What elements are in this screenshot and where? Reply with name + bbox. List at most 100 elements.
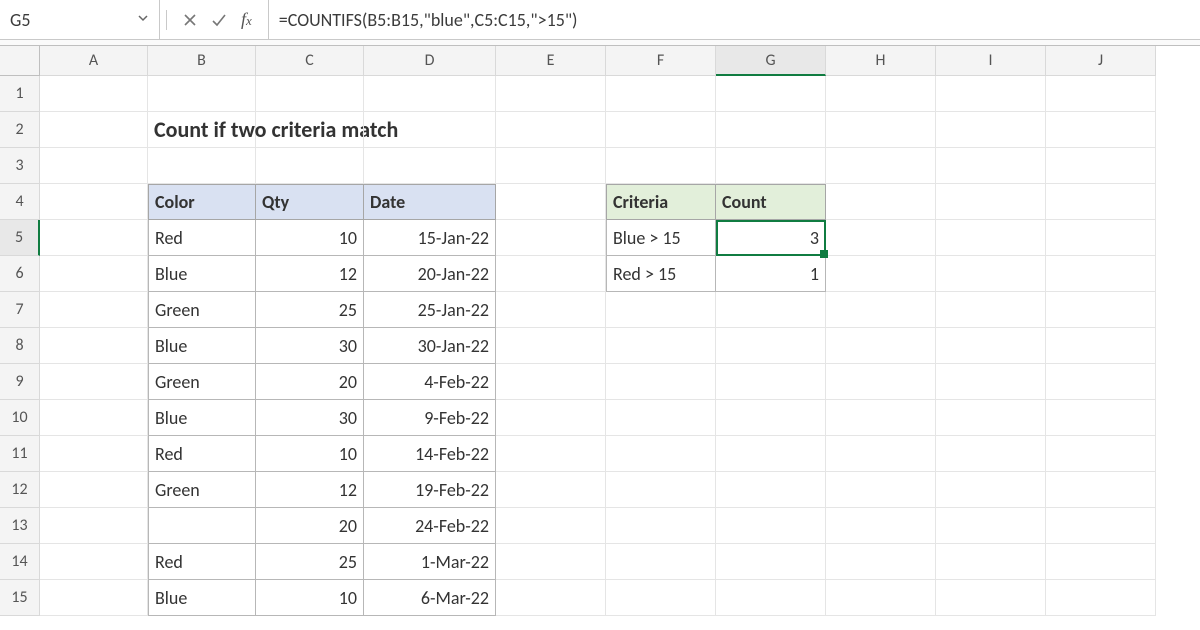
cell-H12[interactable]	[826, 472, 936, 508]
cell-J6[interactable]	[1046, 256, 1156, 292]
spreadsheet-grid[interactable]: 1 2 3 4 5 6 7 8 9 10 11 12 13 14 15 A B …	[0, 46, 1200, 630]
cell-I1[interactable]	[936, 76, 1046, 112]
row-header-5[interactable]: 5	[0, 220, 40, 256]
cell-A10[interactable]	[40, 400, 148, 436]
cell-J14[interactable]	[1046, 544, 1156, 580]
cell-J8[interactable]	[1046, 328, 1156, 364]
cell-G10[interactable]	[716, 400, 826, 436]
cell-H6[interactable]	[826, 256, 936, 292]
cell-G14[interactable]	[716, 544, 826, 580]
table-row[interactable]: 6-Mar-22	[364, 580, 496, 616]
cell-I3[interactable]	[936, 148, 1046, 184]
cell-G7[interactable]	[716, 292, 826, 328]
cell-E2[interactable]	[496, 112, 606, 148]
cell-I10[interactable]	[936, 400, 1046, 436]
cell-A7[interactable]	[40, 292, 148, 328]
cell-F12[interactable]	[606, 472, 716, 508]
cell-A4[interactable]	[40, 184, 148, 220]
cell-E11[interactable]	[496, 436, 606, 472]
cell-B1[interactable]	[148, 76, 256, 112]
cell-A6[interactable]	[40, 256, 148, 292]
table-row[interactable]: Blue > 15	[606, 220, 716, 256]
table-row[interactable]: Red	[148, 220, 256, 256]
row-header-11[interactable]: 11	[0, 436, 40, 472]
selected-cell[interactable]: 3	[716, 220, 826, 256]
cell-J1[interactable]	[1046, 76, 1156, 112]
cell-I7[interactable]	[936, 292, 1046, 328]
cell-G13[interactable]	[716, 508, 826, 544]
cell-J10[interactable]	[1046, 400, 1156, 436]
cell-A1[interactable]	[40, 76, 148, 112]
col-header-A[interactable]: A	[40, 46, 148, 76]
table1-header-qty[interactable]: Qty	[256, 184, 364, 220]
table2-header-count[interactable]: Count	[716, 184, 826, 220]
cell-E10[interactable]	[496, 400, 606, 436]
cell-G9[interactable]	[716, 364, 826, 400]
table-row[interactable]: 25	[256, 544, 364, 580]
table-row[interactable]: 30-Jan-22	[364, 328, 496, 364]
cell-F14[interactable]	[606, 544, 716, 580]
cell-G3[interactable]	[716, 148, 826, 184]
cell-G2[interactable]	[716, 112, 826, 148]
cell-I14[interactable]	[936, 544, 1046, 580]
cell-H5[interactable]	[826, 220, 936, 256]
cell-A9[interactable]	[40, 364, 148, 400]
cell-A13[interactable]	[40, 508, 148, 544]
row-header-2[interactable]: 2	[0, 112, 40, 148]
table-row[interactable]: 10	[256, 220, 364, 256]
cell-I5[interactable]	[936, 220, 1046, 256]
cell-E7[interactable]	[496, 292, 606, 328]
table-row[interactable]: 4-Feb-22	[364, 364, 496, 400]
cell-E9[interactable]	[496, 364, 606, 400]
row-header-13[interactable]: 13	[0, 508, 40, 544]
cell-H1[interactable]	[826, 76, 936, 112]
cell-F3[interactable]	[606, 148, 716, 184]
table-row[interactable]: Red	[148, 544, 256, 580]
cell-H15[interactable]	[826, 580, 936, 616]
row-header-12[interactable]: 12	[0, 472, 40, 508]
table-row[interactable]: 15-Jan-22	[364, 220, 496, 256]
fx-icon[interactable]: fx	[241, 9, 256, 30]
table-row[interactable]: 19-Feb-22	[364, 472, 496, 508]
cell-J2[interactable]	[1046, 112, 1156, 148]
cell-H9[interactable]	[826, 364, 936, 400]
cell-H10[interactable]	[826, 400, 936, 436]
cancel-icon[interactable]	[183, 13, 197, 27]
table-row[interactable]: 12	[256, 256, 364, 292]
row-header-6[interactable]: 6	[0, 256, 40, 292]
cell-F1[interactable]	[606, 76, 716, 112]
cell-G12[interactable]	[716, 472, 826, 508]
cell-G15[interactable]	[716, 580, 826, 616]
table-row[interactable]: Red > 15	[606, 256, 716, 292]
cell-J11[interactable]	[1046, 436, 1156, 472]
col-header-I[interactable]: I	[936, 46, 1046, 76]
table-row[interactable]: Blue	[148, 328, 256, 364]
cell-C3[interactable]	[256, 148, 364, 184]
cell-H2[interactable]	[826, 112, 936, 148]
table-row[interactable]: 25-Jan-22	[364, 292, 496, 328]
cell-J15[interactable]	[1046, 580, 1156, 616]
table-row[interactable]: 14-Feb-22	[364, 436, 496, 472]
cell-J9[interactable]	[1046, 364, 1156, 400]
cell-E12[interactable]	[496, 472, 606, 508]
row-header-8[interactable]: 8	[0, 328, 40, 364]
cell-H13[interactable]	[826, 508, 936, 544]
cell-E1[interactable]	[496, 76, 606, 112]
cell-H7[interactable]	[826, 292, 936, 328]
table-row[interactable]: 20	[256, 364, 364, 400]
cell-E4[interactable]	[496, 184, 606, 220]
col-header-B[interactable]: B	[148, 46, 256, 76]
table-row[interactable]: Green	[148, 364, 256, 400]
enter-icon[interactable]	[211, 13, 227, 27]
cell-E5[interactable]	[496, 220, 606, 256]
cell-G11[interactable]	[716, 436, 826, 472]
table-row[interactable]: 12	[256, 472, 364, 508]
table-row[interactable]: Green	[148, 292, 256, 328]
cell-I9[interactable]	[936, 364, 1046, 400]
cell-E6[interactable]	[496, 256, 606, 292]
cell-G8[interactable]	[716, 328, 826, 364]
col-header-G[interactable]: G	[716, 46, 826, 76]
table1-header-color[interactable]: Color	[148, 184, 256, 220]
cell-A14[interactable]	[40, 544, 148, 580]
cell-J13[interactable]	[1046, 508, 1156, 544]
